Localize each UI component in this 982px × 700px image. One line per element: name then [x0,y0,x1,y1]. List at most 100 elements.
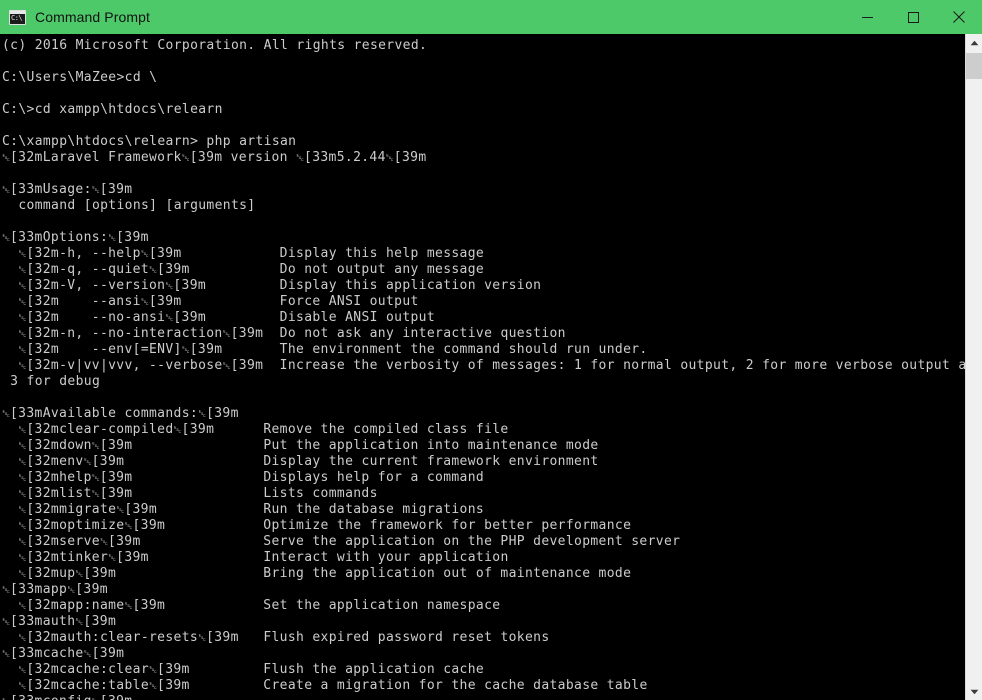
console-line: C:\Users\MaZee>cd \ [2,70,158,85]
console-output[interactable]: (c) 2016 Microsoft Corporation. All righ… [0,34,965,700]
escape-char-glyph: ␛ [181,153,190,164]
escape-char-glyph: ␛ [181,345,190,356]
escape-char-glyph: ␛ [222,329,231,340]
escape-char-glyph: ␛ [2,153,10,164]
escape-char-glyph: ␛ [149,265,158,276]
escape-char-glyph: ␛ [149,665,158,676]
console-line: ␛[32m-v|vv|vvv, --verbose␛[39m Increase … [18,358,965,373]
minimize-button[interactable] [844,0,890,34]
escape-char-glyph: ␛ [108,553,117,564]
escape-char-glyph: ␛ [18,505,27,516]
console-line: ␛[33mconfig␛[39m [2,694,965,700]
terminal-body: (c) 2016 Microsoft Corporation. All righ… [0,34,982,700]
escape-char-glyph: ␛ [18,425,27,436]
escape-char-glyph: ␛ [18,569,27,580]
console-line: ␛[32m --ansi␛[39m Force ANSI output [18,294,419,309]
scroll-down-button[interactable] [966,683,982,700]
escape-char-glyph: ␛ [124,601,133,612]
command-prompt-icon-glyph: C:\ [11,13,23,22]
close-button[interactable] [936,0,982,34]
console-line: ␛[32mauth:clear-resets␛[39m Flush expire… [18,630,550,645]
console-line: ␛[32m-h, --help␛[39m Display this help m… [18,246,485,261]
console-line: (c) 2016 Microsoft Corporation. All righ… [2,38,428,53]
scroll-up-arrow-icon [970,40,978,45]
escape-char-glyph: ␛ [18,457,27,468]
console-line: ␛[32mcache:table␛[39m Create a migration… [18,678,648,693]
vertical-scrollbar[interactable] [965,34,982,700]
scroll-up-button[interactable] [966,34,982,51]
escape-char-glyph: ␛ [18,521,27,532]
close-icon [953,11,965,23]
scroll-down-arrow-icon [970,689,978,694]
scrollbar-track[interactable] [966,51,982,683]
escape-char-glyph: ␛ [18,633,27,644]
window-title: Command Prompt [35,9,150,25]
console-line: ␛[32m-V, --version␛[39m Display this app… [18,278,542,293]
console-line: ␛[33mauth␛[39m [2,614,117,629]
console-line: ␛[32m --no-ansi␛[39m Disable ANSI output [18,310,436,325]
escape-char-glyph: ␛ [99,537,108,548]
console-line: ␛[33mUsage:␛[39m [2,182,133,197]
escape-char-glyph: ␛ [18,489,27,500]
scrollbar-thumb[interactable] [966,53,982,79]
escape-char-glyph: ␛ [18,265,27,276]
console-line: command [options] [arguments] [2,198,256,213]
console-line: ␛[33mAvailable commands:␛[39m [2,406,239,421]
console-line: ␛[32m-q, --quiet␛[39m Do not output any … [18,262,485,277]
escape-char-glyph: ␛ [18,249,27,260]
escape-char-glyph: ␛ [2,409,10,420]
escape-char-glyph: ␛ [165,313,174,324]
window-controls [844,0,982,34]
escape-char-glyph: ␛ [173,425,182,436]
console-line: ␛[32mclear-compiled␛[39m Remove the comp… [18,422,509,437]
escape-char-glyph: ␛ [18,681,27,692]
escape-char-glyph: ␛ [18,281,27,292]
console-line: C:\xampp\htdocs\relearn> php artisan [2,134,297,149]
escape-char-glyph: ␛ [296,153,305,164]
maximize-button[interactable] [890,0,936,34]
escape-char-glyph: ␛ [18,537,27,548]
escape-char-glyph: ␛ [18,361,27,372]
console-line: ␛[33mOptions:␛[39m [2,230,149,245]
console-line: ␛[32m-n, --no-interaction␛[39m Do not as… [18,326,566,341]
escape-char-glyph: ␛ [2,185,10,196]
escape-char-glyph: ␛ [140,297,149,308]
console-line: ␛[32mtinker␛[39m Interact with your appl… [18,550,509,565]
escape-char-glyph: ␛ [2,585,10,596]
escape-char-glyph: ␛ [222,361,231,372]
escape-char-glyph: ␛ [2,233,10,244]
minimize-icon [861,16,873,18]
escape-char-glyph: ␛ [108,233,117,244]
command-prompt-icon: C:\ [9,9,26,25]
escape-char-glyph: ␛ [18,297,27,308]
console-line: ␛[32mup␛[39m Bring the application out o… [18,566,632,581]
escape-char-glyph: ␛ [18,441,27,452]
maximize-icon [907,11,919,23]
console-line: ␛[32mdown␛[39m Put the application into … [18,438,599,453]
escape-char-glyph: ␛ [116,505,125,516]
escape-char-glyph: ␛ [2,617,10,628]
escape-char-glyph: ␛ [198,409,207,420]
console-line: ␛[32mlist␛[39m Lists commands [18,486,378,501]
console-line: 3 for debug [2,374,101,389]
console-line: ␛[33mapp␛[39m [2,582,108,597]
escape-char-glyph: ␛ [18,313,27,324]
escape-char-glyph: ␛ [83,649,92,660]
escape-char-glyph: ␛ [18,601,27,612]
escape-char-glyph: ␛ [18,665,27,676]
console-line: C:\>cd xampp\htdocs\relearn [2,102,223,117]
escape-char-glyph: ␛ [18,345,27,356]
escape-char-glyph: ␛ [385,153,394,164]
console-line: ␛[32mLaravel Framework␛[39m version ␛[33… [2,150,427,165]
escape-char-glyph: ␛ [91,185,100,196]
escape-char-glyph: ␛ [149,681,158,692]
console-line: ␛[32mserve␛[39m Serve the application on… [18,534,681,549]
titlebar[interactable]: C:\ Command Prompt [0,0,982,34]
console-line: ␛[32m --env[=ENV]␛[39m The environment t… [18,342,648,357]
